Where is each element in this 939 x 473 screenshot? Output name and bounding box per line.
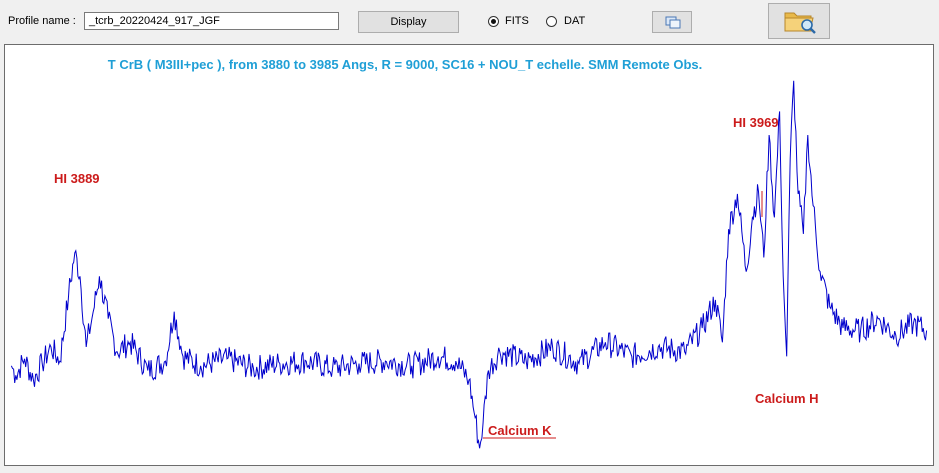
dat-radio-label[interactable]: DAT (564, 15, 585, 27)
dat-radio[interactable] (546, 16, 557, 27)
annotation-calcium-k: Calcium K (488, 423, 552, 438)
display-button[interactable]: Display (358, 11, 459, 33)
annotation-hi-3969: HI 3969 (733, 115, 779, 130)
toolbar: Profile name : _tcrb_20220424_917_JGF Di… (0, 0, 939, 44)
fits-radio[interactable] (488, 16, 499, 27)
copy-button[interactable] (652, 11, 692, 33)
spectrum-plot: T CrB ( M3III+pec ), from 3880 to 3985 A… (4, 44, 934, 466)
profile-name-input[interactable]: _tcrb_20220424_917_JGF (84, 12, 339, 30)
profile-name-label: Profile name : (8, 15, 76, 27)
open-folder-button[interactable] (768, 3, 830, 39)
fits-radio-label[interactable]: FITS (505, 15, 529, 27)
annotation-calcium-h: Calcium H (755, 391, 819, 406)
annotation-hi-3889: HI 3889 (54, 171, 100, 186)
copy-windows-icon (665, 16, 681, 29)
folder-search-icon (784, 12, 816, 34)
